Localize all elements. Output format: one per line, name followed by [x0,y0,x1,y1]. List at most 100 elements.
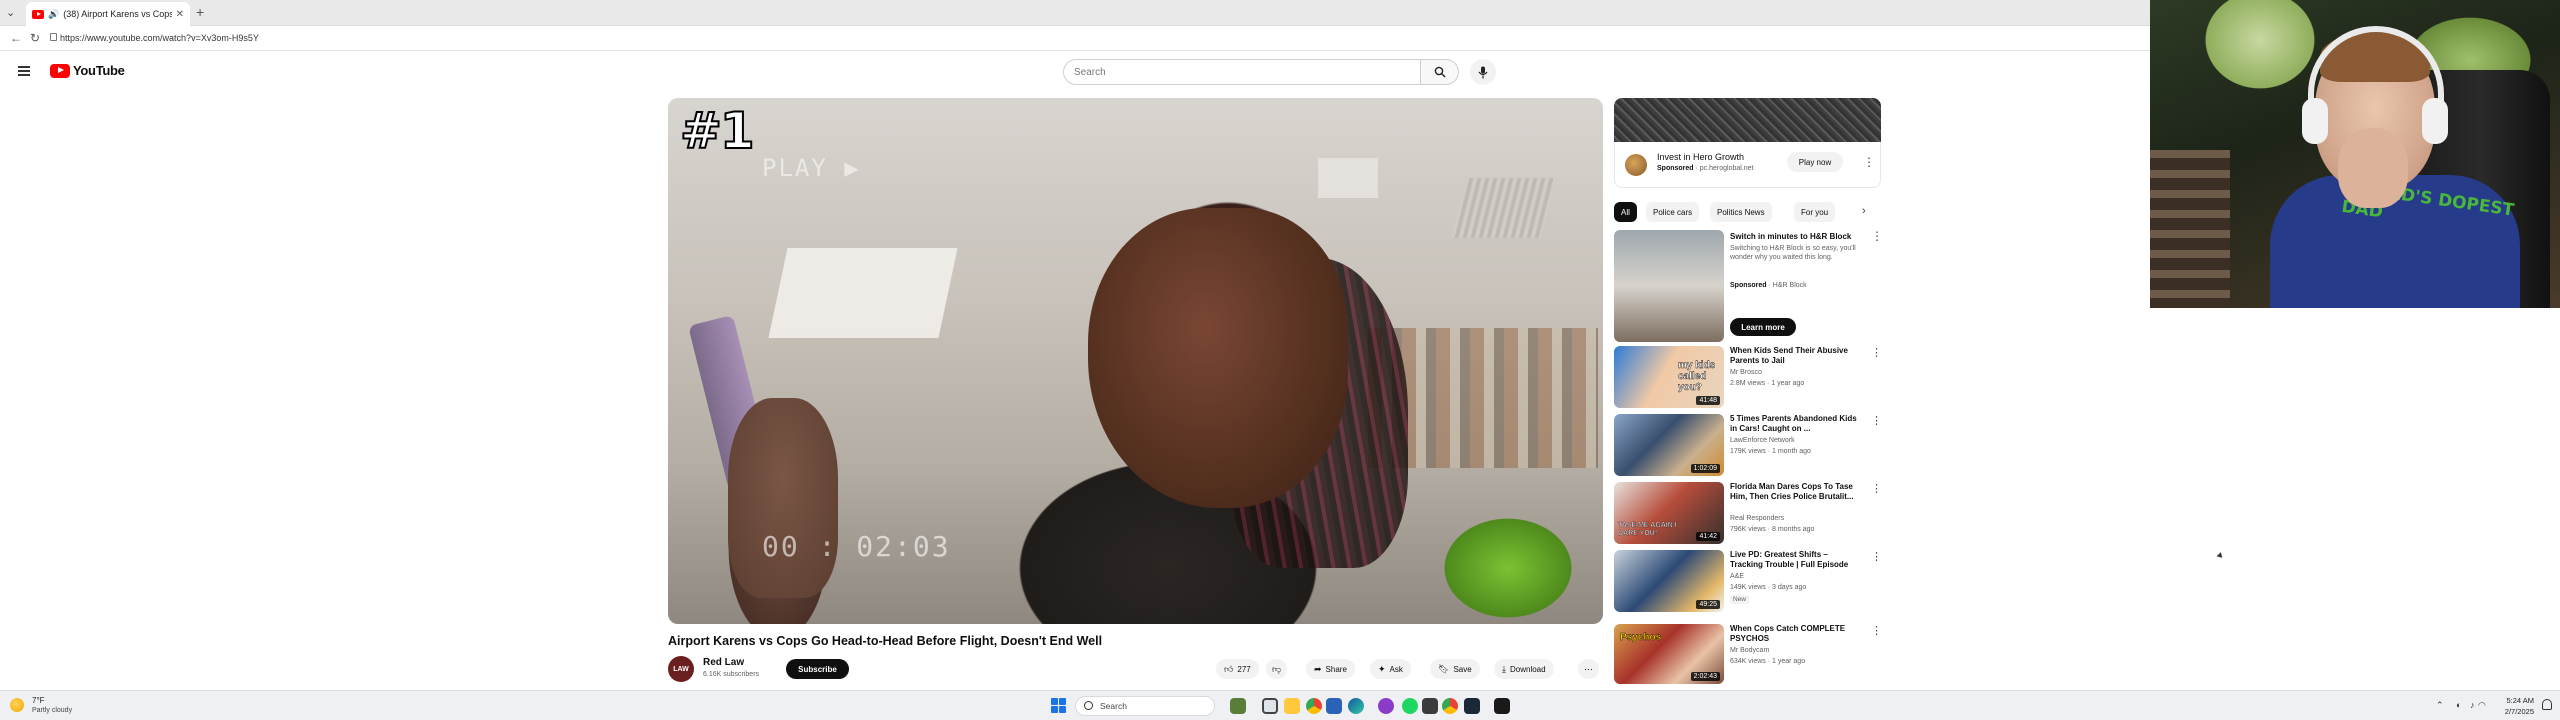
video-thumbnail[interactable]: TASE ME AGAIN I DARE YOU! 41:42 [1614,482,1724,544]
channel-name[interactable]: LawEnforce Network [1730,437,1795,444]
list-item[interactable]: 49:25 Live PD: Greatest Shifts – Trackin… [1614,550,1882,616]
tab-list-chevron-icon[interactable]: ⌄ [6,6,15,19]
ad-banner-image[interactable] [1614,98,1881,142]
more-actions-button[interactable]: ⋯ [1578,659,1599,679]
video-duration: 49:25 [1696,600,1720,609]
more-icon[interactable]: ⋮ [1871,550,1882,563]
ceiling-light [768,248,958,338]
terminal-icon[interactable] [1422,698,1438,714]
search-button[interactable] [1421,59,1459,85]
sponsored-thumbnail[interactable] [1614,230,1724,342]
app-u-icon[interactable] [1494,698,1510,714]
youtube-logo-text: YouTube [73,63,125,78]
speaker-icon[interactable]: 🔊 [48,9,59,20]
filter-chips: All Police cars Politics News For you › [1614,202,1881,222]
taskbar-spacer [1264,698,1280,714]
video-title[interactable]: When Cops Catch COMPLETE PSYCHOS [1730,624,1860,644]
ad-card[interactable]: Invest in Hero Growth Sponsored · pc.her… [1614,142,1881,188]
more-icon[interactable]: ⋮ [1871,346,1882,359]
sponsored-video-card[interactable]: Switch in minutes to H&R Block Switching… [1614,230,1883,342]
list-item[interactable]: my kids called you? 41:48 When Kids Send… [1614,346,1882,412]
video-title[interactable]: When Kids Send Their Abusive Parents to … [1730,346,1860,366]
youtube-logo[interactable]: YouTube [50,63,125,78]
video-player[interactable]: #1 PLAY ▶ 00 : 02:03 [668,98,1603,624]
video-meta: 634K views · 1 year ago [1730,658,1806,665]
sponsored-more-icon[interactable]: ⋮ [1871,230,1883,242]
back-arrow-icon[interactable]: ← [10,31,22,45]
tray-chevron-up-icon[interactable]: ⌃ [2436,700,2444,711]
chip-police-cars[interactable]: Police cars [1646,202,1700,222]
edge-icon[interactable] [1348,698,1364,714]
volume-icon[interactable]: ♪ [2470,700,2475,710]
learn-more-button[interactable]: Learn more [1730,318,1796,336]
list-item[interactable]: Psychos 2:02:43 When Cops Catch COMPLETE… [1614,624,1882,688]
channel-name[interactable]: Red Law [703,657,744,668]
weather-description[interactable]: Partly cloudy [32,707,72,714]
video-title[interactable]: 5 Times Parents Abandoned Kids in Cars! … [1730,414,1860,434]
chip-all[interactable]: All [1614,202,1637,222]
steam-icon[interactable] [1464,698,1480,714]
subscribe-button[interactable]: Subscribe [786,659,849,679]
video-thumbnail[interactable]: 49:25 [1614,550,1724,612]
chrome-icon[interactable] [1306,698,1322,714]
search-icon [1084,701,1093,710]
channel-avatar[interactable]: LAW [668,656,694,682]
new-tab-button[interactable]: + [196,4,204,20]
url-field[interactable]: https://www.youtube.com/watch?v=Xv3om-H9… [60,33,259,43]
ask-button[interactable]: ✦ Ask [1370,659,1411,679]
video-duration: 41:42 [1696,532,1720,541]
streamer-hand [2338,128,2408,208]
chip-for-you[interactable]: For you [1794,202,1836,222]
voice-search-button[interactable] [1470,59,1496,85]
messenger-icon[interactable] [1378,698,1394,714]
notification-bell-icon[interactable] [2542,699,2552,710]
windows-start-icon[interactable] [1051,698,1066,713]
chrome-profile-icon[interactable] [1442,698,1458,714]
weather-sun-icon[interactable] [10,698,24,712]
video-thumbnail[interactable]: Psychos 2:02:43 [1614,624,1724,684]
save-button[interactable]: 🔖︎ Save [1430,659,1480,679]
tray-app-icon[interactable]: ◐ [2456,700,2461,710]
calculator-icon[interactable] [1326,698,1342,714]
clock-time[interactable]: 5:24 AM [2490,696,2534,705]
list-item[interactable]: 1:02:09 5 Times Parents Abandoned Kids i… [1614,414,1882,480]
share-button[interactable]: ➦ Share [1306,659,1355,679]
download-button[interactable]: ⤓ Download [1494,659,1554,679]
more-icon[interactable]: ⋮ [1871,482,1882,495]
channel-name[interactable]: Real Responders [1730,515,1784,522]
more-icon[interactable]: ⋮ [1871,414,1882,427]
weather-temperature[interactable]: 7°F [32,696,45,705]
search-input[interactable]: Search [1063,59,1421,85]
ad-play-now-button[interactable]: Play now [1787,152,1843,172]
channel-name[interactable]: Mr Brosco [1730,369,1762,376]
chip-politics-news[interactable]: Politics News [1710,202,1772,222]
taskbar-search-box[interactable]: Search [1075,696,1215,716]
file-explorer-icon[interactable] [1284,698,1300,714]
video-title[interactable]: Florida Man Dares Cops To Tase Him, Then… [1730,482,1860,502]
widgets-icon[interactable] [1230,698,1246,714]
tab-close-icon[interactable]: ✕ [176,9,184,20]
browser-tab-active[interactable]: 🔊 (38) Airport Karens vs Cops ✕ [26,2,190,26]
download-label: Download [1509,664,1546,674]
channel-name[interactable]: Mr Bodycam [1730,647,1769,654]
video-title[interactable]: Live PD: Greatest Shifts – Tracking Trou… [1730,550,1860,570]
clock-date[interactable]: 2/7/2025 [2490,707,2534,716]
dislike-button[interactable]: 👎︎ [1266,659,1288,679]
video-meta: 179K views · 1 month ago [1730,448,1811,455]
webcam-overlay: WORLD'S DOPEST DAD [2150,0,2560,308]
subject-hand [728,398,838,598]
chevron-right-icon[interactable]: › [1862,205,1866,217]
hamburger-menu-icon[interactable] [18,66,30,76]
sponsored-title: Switch in minutes to H&R Block [1730,232,1852,241]
ad-more-icon[interactable]: ⋮ [1863,156,1875,168]
like-button[interactable]: 👍︎ 277 [1216,659,1259,679]
list-item[interactable]: TASE ME AGAIN I DARE YOU! 41:42 Florida … [1614,482,1882,548]
more-icon[interactable]: ⋮ [1871,624,1882,637]
channel-name[interactable]: A&E [1730,573,1744,580]
wifi-icon[interactable]: ◠ [2478,700,2486,711]
video-thumbnail[interactable]: my kids called you? 41:48 [1614,346,1724,408]
spotify-icon[interactable] [1402,698,1418,714]
reload-icon[interactable]: ↻ [30,31,40,45]
video-thumbnail[interactable]: 1:02:09 [1614,414,1724,476]
download-icon: ⤓ [1502,663,1506,674]
